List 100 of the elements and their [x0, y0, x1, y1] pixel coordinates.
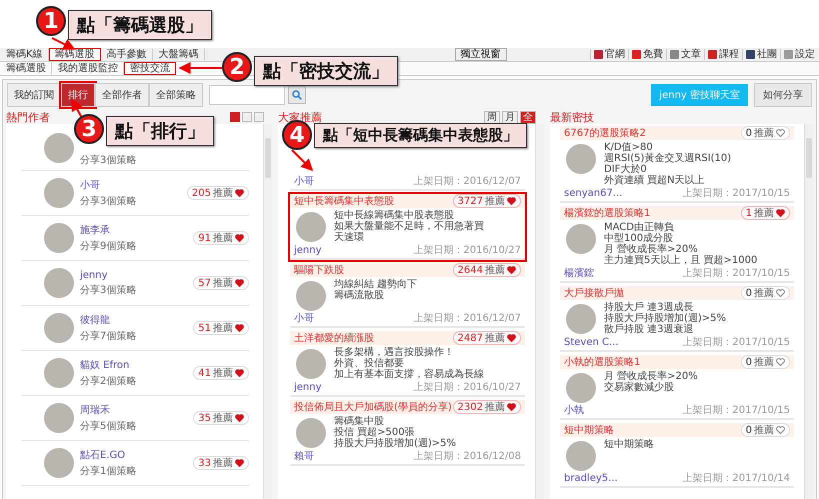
publish-date: 上架日期：2016/12/07 [413, 174, 521, 188]
strategy-description: 短中長線籌碼集中股表態股 如果大盤量能不足時，不用急著買 天速環 [334, 210, 484, 243]
how-to-share-button[interactable]: 如何分享 [754, 83, 812, 107]
avatar [566, 224, 596, 254]
period-button[interactable]: 全 [520, 110, 536, 124]
recommend-label: 推薦 [213, 456, 233, 470]
recommend-label: 推薦 [485, 264, 505, 277]
strategy-card[interactable]: 6767的選股策略2 0 推薦 K/D值>80 週RSI(5)黃金交叉週RSI(10) DIF大於0 外資連續 買超N天以上 senyan67... 上架日期：2017/10/15 [560, 126, 794, 203]
view-button[interactable]: 排行 [61, 83, 95, 107]
scrollbar[interactable] [263, 124, 272, 499]
strategy-card[interactable]: 投信佈局且大戶加碼股(學員的分享) 2302 推薦 籌碼集中股 投信 買超>500張 持股大戶持股增加(週)>5% 賴哥 上架日期：2016/12/08 [290, 400, 525, 466]
publish-date: 上架日期：2016/12/08 [413, 450, 521, 463]
recommend-count: 91 [198, 232, 211, 244]
recommend-pill[interactable]: 2644 推薦 [452, 263, 521, 277]
strategy-title[interactable]: 投信佈局且大戶加碼股(學員的分享) [294, 400, 453, 414]
avatar [44, 358, 74, 388]
view-button[interactable]: 全部作者 [95, 83, 149, 107]
scrollbar[interactable] [804, 124, 813, 499]
view-button[interactable]: 我的訂閱 [7, 83, 61, 107]
recommend-pill[interactable]: 0 推薦 [740, 355, 790, 369]
recommend-pill[interactable]: 205 推薦 [186, 186, 249, 200]
strategy-title[interactable]: 小執的選股策略1 [564, 355, 741, 369]
strategy-count: 分享5個策略 [80, 420, 138, 433]
main-tab[interactable]: 高手參數 [100, 48, 153, 61]
standalone-window-button[interactable]: 獨立視窗 [454, 48, 507, 61]
strategy-count: 分享3個策略 [80, 154, 138, 167]
author-link[interactable]: 楊濱鋐 [564, 266, 594, 280]
author-link[interactable]: jenny [294, 382, 322, 393]
recommend-pill[interactable]: 35 推薦 [193, 411, 249, 425]
view-toggle[interactable] [230, 112, 240, 122]
strategy-title[interactable]: 大戶接散戶拋 [564, 286, 741, 300]
period-button[interactable]: 周 [484, 110, 500, 124]
toolbar-link[interactable]: 設定 [780, 49, 815, 60]
recommend-label: 推薦 [485, 400, 505, 414]
view-button[interactable]: 全部策略 [149, 83, 203, 107]
author-link[interactable]: 小執 [564, 403, 584, 417]
recommend-pill[interactable]: 33 推薦 [193, 456, 249, 470]
period-button[interactable]: 月 [502, 110, 518, 124]
strategy-card[interactable]: 短中期策略 0 推薦 短中期策略 bradley5... 上架日期：2017/10/14 [560, 423, 794, 488]
toolbar-link[interactable]: 文章 [666, 49, 701, 60]
publish-date: 上架日期：2016/10/27 [413, 380, 521, 394]
recommend-pill[interactable]: 2487 推薦 [452, 331, 521, 345]
author-link[interactable]: Steven C... [564, 337, 619, 348]
recommend-pill[interactable]: 2302 推薦 [452, 400, 521, 414]
author-name[interactable]: 彼得龍 [80, 313, 188, 327]
search-field[interactable] [209, 85, 285, 105]
author-name[interactable]: 施李承 [80, 223, 188, 237]
author-name[interactable]: jenny [80, 270, 188, 280]
avatar [296, 418, 326, 448]
recommend-pill[interactable]: 0 推薦 [740, 126, 790, 140]
recommend-pill[interactable]: 0 推薦 [740, 286, 790, 300]
author-name[interactable]: 點石E.GO [80, 448, 188, 462]
recommend-pill[interactable]: 91 推薦 [193, 231, 249, 245]
column-title: 熱門作者 [6, 110, 50, 124]
toolbar-link[interactable]: 課程 [704, 49, 739, 60]
callout-arrow [178, 62, 222, 74]
view-toggle[interactable] [254, 112, 264, 122]
sub-tab[interactable]: 籌碼選股 [0, 62, 52, 75]
author-link[interactable]: 小哥 [294, 311, 314, 325]
author-link[interactable]: senyan67... [564, 188, 622, 199]
author-link[interactable]: jenny [294, 245, 322, 256]
strategy-title[interactable]: 短中長籌碼集中表態股 [294, 194, 453, 208]
strategy-title[interactable]: 土洋都愛的續漲股 [294, 331, 453, 345]
author-link[interactable]: bradley5... [564, 473, 618, 484]
author-link[interactable]: 賴哥 [294, 449, 314, 463]
strategy-description: K/D值>80 週RSI(5)黃金交叉週RSI(10) DIF大於0 外資連續 買超N天以上 [604, 142, 732, 186]
recommend-pill[interactable]: 57 推薦 [193, 276, 249, 290]
strategy-card[interactable]: 楊濱鋐的選股策略1 1 推薦 MACD由正轉負 中型100成分股 月 營收成長率>20% 主力連買5天以上，且 買超>1000 楊濱鋐 上架日期：2017/10/15 [560, 206, 794, 283]
recommend-pill[interactable]: 0 推薦 [740, 423, 790, 437]
recommend-count: 0 [746, 356, 752, 368]
author-name[interactable]: 周瑞禾 [80, 403, 188, 417]
strategy-card[interactable]: 大戶接散戶拋 0 推薦 持股大戶 連3週成長 持股大戶持股增加(週)>5% 散戶持股 連3週衰退 Steven C... 上架日期：2017/10/15 [560, 286, 794, 352]
recommend-count: 1 [746, 208, 752, 218]
strategy-card[interactable]: 小執的選股策略1 0 推薦 月 營收成長率>20% 交易家數減少股 小執 上架日期：2017/10/15 [560, 355, 794, 420]
toolbar-link[interactable]: 免費 [628, 49, 663, 60]
strategy-card[interactable]: 小哥 上架日期：2016/12/07 [290, 174, 525, 191]
recommend-pill[interactable]: 3727 推薦 [452, 194, 521, 208]
main-tab[interactable]: 大盤籌碼 [152, 48, 205, 61]
recommend-pill[interactable]: 1 推薦 [740, 206, 790, 220]
strategy-description: 月 營收成長率>20% 交易家數減少股 [604, 371, 698, 395]
recommend-pill[interactable]: 51 推薦 [193, 321, 249, 335]
strategy-card[interactable]: 土洋都愛的續漲股 2487 推薦 長多架構，遇言按股操作！ 外資、投信都要 加上有基本面支撐，容易成為長線 jenny 上架日期：2016/10/27 [290, 331, 525, 397]
strategy-title[interactable]: 短中期策略 [564, 423, 741, 437]
search-button[interactable] [288, 86, 306, 104]
author-name[interactable]: 貓奴 Efron [80, 358, 188, 372]
toolbar-link[interactable]: 官網 [590, 49, 625, 60]
scrollbar[interactable] [535, 124, 544, 499]
strategy-title[interactable]: 楊濱鋐的選股策略1 [564, 206, 741, 220]
view-toggle[interactable] [242, 112, 252, 122]
strategy-card[interactable]: 驅陽下跌股 2644 推薦 均線糾結 趨勢向下 籌碼流散股 小哥 上架日期：2016/12/07 [290, 263, 525, 328]
author-link[interactable]: 小哥 [294, 174, 314, 188]
strategy-title[interactable]: 驅陽下跌股 [294, 263, 453, 277]
author-name[interactable]: 小哥 [80, 178, 181, 192]
toolbar-link[interactable]: 社團 [742, 49, 777, 60]
strategy-card[interactable]: 短中長籌碼集中表態股 3727 推薦 短中長線籌碼集中股表態股 如果大盤量能不足時，不用急著買 天速環 jenny 上架日期：2016/10/27 [290, 194, 525, 260]
sub-tab[interactable]: 密技交流 [124, 62, 176, 75]
recommend-pill[interactable]: 41 推薦 [193, 366, 249, 380]
strategy-title[interactable]: 6767的選股策略2 [564, 126, 741, 140]
heart-icon [235, 234, 244, 242]
avatar [296, 212, 326, 242]
